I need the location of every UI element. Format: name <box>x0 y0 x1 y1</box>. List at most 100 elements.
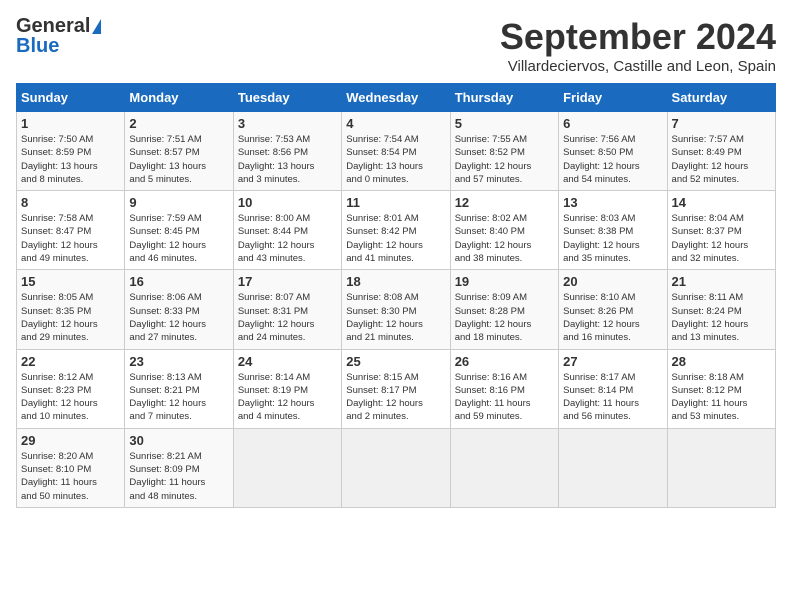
calendar-cell: 22 Sunrise: 8:12 AM Sunset: 8:23 PM Dayli… <box>17 349 125 428</box>
day-number: 25 <box>346 354 445 369</box>
calendar-cell: 27 Sunrise: 8:17 AM Sunset: 8:14 PM Dayli… <box>559 349 667 428</box>
day-number: 12 <box>455 195 554 210</box>
day-number: 13 <box>563 195 662 210</box>
calendar-cell <box>450 428 558 507</box>
day-info: Sunrise: 8:15 AM Sunset: 8:17 PM Dayligh… <box>346 371 445 424</box>
day-info: Sunrise: 7:53 AM Sunset: 8:56 PM Dayligh… <box>238 133 337 186</box>
calendar-cell: 3 Sunrise: 7:53 AM Sunset: 8:56 PM Daylig… <box>233 112 341 191</box>
calendar-cell: 5Sunrise: 7:55 AM Sunset: 8:52 PM Daylig… <box>450 112 558 191</box>
day-info: Sunrise: 7:59 AM Sunset: 8:45 PM Dayligh… <box>129 212 228 265</box>
calendar-cell: 30 Sunrise: 8:21 AM Sunset: 8:09 PM Dayli… <box>125 428 233 507</box>
logo: General Blue <box>16 16 101 56</box>
page-header: General Blue September 2024 Villardecier… <box>16 16 776 75</box>
day-number: 28 <box>672 354 771 369</box>
day-info: Sunrise: 8:03 AM Sunset: 8:38 PM Dayligh… <box>563 212 662 265</box>
calendar-cell: 21 Sunrise: 8:11 AM Sunset: 8:24 PM Dayli… <box>667 270 775 349</box>
calendar-header-wednesday: Wednesday <box>342 84 450 112</box>
day-info: Sunrise: 8:04 AM Sunset: 8:37 PM Dayligh… <box>672 212 771 265</box>
calendar-cell <box>667 428 775 507</box>
logo-general: General <box>16 16 90 36</box>
day-number: 11 <box>346 195 445 210</box>
calendar-cell: 18 Sunrise: 8:08 AM Sunset: 8:30 PM Dayli… <box>342 270 450 349</box>
calendar-cell: 12 Sunrise: 8:02 AM Sunset: 8:40 PM Dayli… <box>450 191 558 270</box>
calendar-cell: 15Sunrise: 8:05 AM Sunset: 8:35 PM Dayli… <box>17 270 125 349</box>
calendar-cell: 14 Sunrise: 8:04 AM Sunset: 8:37 PM Dayli… <box>667 191 775 270</box>
day-number: 3 <box>238 116 337 131</box>
day-number: 22 <box>21 354 120 369</box>
calendar-cell <box>559 428 667 507</box>
day-number: 23 <box>129 354 228 369</box>
calendar-cell: 4Sunrise: 7:54 AM Sunset: 8:54 PM Daylig… <box>342 112 450 191</box>
calendar-cell: 29Sunrise: 8:20 AM Sunset: 8:10 PM Dayli… <box>17 428 125 507</box>
day-info: Sunrise: 8:01 AM Sunset: 8:42 PM Dayligh… <box>346 212 445 265</box>
calendar-week-row: 29Sunrise: 8:20 AM Sunset: 8:10 PM Dayli… <box>17 428 776 507</box>
day-info: Sunrise: 8:07 AM Sunset: 8:31 PM Dayligh… <box>238 291 337 344</box>
calendar-cell: 13 Sunrise: 8:03 AM Sunset: 8:38 PM Dayli… <box>559 191 667 270</box>
day-info: Sunrise: 7:55 AM Sunset: 8:52 PM Dayligh… <box>455 133 554 186</box>
day-number: 2 <box>129 116 228 131</box>
calendar-week-row: 22 Sunrise: 8:12 AM Sunset: 8:23 PM Dayli… <box>17 349 776 428</box>
day-number: 8 <box>21 195 120 210</box>
day-number: 9 <box>129 195 228 210</box>
day-number: 19 <box>455 274 554 289</box>
calendar-cell: 26 Sunrise: 8:16 AM Sunset: 8:16 PM Dayli… <box>450 349 558 428</box>
calendar-cell: 2 Sunrise: 7:51 AM Sunset: 8:57 PM Daylig… <box>125 112 233 191</box>
day-info: Sunrise: 8:02 AM Sunset: 8:40 PM Dayligh… <box>455 212 554 265</box>
calendar-cell: 7 Sunrise: 7:57 AM Sunset: 8:49 PM Daylig… <box>667 112 775 191</box>
day-info: Sunrise: 8:08 AM Sunset: 8:30 PM Dayligh… <box>346 291 445 344</box>
calendar-header-monday: Monday <box>125 84 233 112</box>
title-block: September 2024 Villardeciervos, Castille… <box>500 16 776 75</box>
calendar-cell: 6Sunrise: 7:56 AM Sunset: 8:50 PM Daylig… <box>559 112 667 191</box>
day-info: Sunrise: 7:51 AM Sunset: 8:57 PM Dayligh… <box>129 133 228 186</box>
day-info: Sunrise: 8:17 AM Sunset: 8:14 PM Dayligh… <box>563 371 662 424</box>
day-number: 14 <box>672 195 771 210</box>
day-number: 29 <box>21 433 120 448</box>
day-number: 27 <box>563 354 662 369</box>
day-number: 21 <box>672 274 771 289</box>
calendar-cell: 1Sunrise: 7:50 AM Sunset: 8:59 PM Daylig… <box>17 112 125 191</box>
day-info: Sunrise: 8:00 AM Sunset: 8:44 PM Dayligh… <box>238 212 337 265</box>
day-number: 18 <box>346 274 445 289</box>
logo-triangle-icon <box>92 19 101 34</box>
day-number: 10 <box>238 195 337 210</box>
day-info: Sunrise: 8:11 AM Sunset: 8:24 PM Dayligh… <box>672 291 771 344</box>
day-number: 26 <box>455 354 554 369</box>
day-number: 7 <box>672 116 771 131</box>
day-number: 20 <box>563 274 662 289</box>
day-info: Sunrise: 8:16 AM Sunset: 8:16 PM Dayligh… <box>455 371 554 424</box>
calendar-cell: 17 Sunrise: 8:07 AM Sunset: 8:31 PM Dayli… <box>233 270 341 349</box>
day-info: Sunrise: 8:12 AM Sunset: 8:23 PM Dayligh… <box>21 371 120 424</box>
calendar-table: SundayMondayTuesdayWednesdayThursdayFrid… <box>16 83 776 508</box>
calendar-cell: 16Sunrise: 8:06 AM Sunset: 8:33 PM Dayli… <box>125 270 233 349</box>
day-number: 4 <box>346 116 445 131</box>
day-number: 17 <box>238 274 337 289</box>
calendar-header-thursday: Thursday <box>450 84 558 112</box>
day-number: 6 <box>563 116 662 131</box>
day-info: Sunrise: 8:09 AM Sunset: 8:28 PM Dayligh… <box>455 291 554 344</box>
day-number: 30 <box>129 433 228 448</box>
calendar-header-sunday: Sunday <box>17 84 125 112</box>
calendar-week-row: 15Sunrise: 8:05 AM Sunset: 8:35 PM Dayli… <box>17 270 776 349</box>
day-info: Sunrise: 7:57 AM Sunset: 8:49 PM Dayligh… <box>672 133 771 186</box>
calendar-header-saturday: Saturday <box>667 84 775 112</box>
day-info: Sunrise: 8:06 AM Sunset: 8:33 PM Dayligh… <box>129 291 228 344</box>
day-info: Sunrise: 8:14 AM Sunset: 8:19 PM Dayligh… <box>238 371 337 424</box>
calendar-cell: 20 Sunrise: 8:10 AM Sunset: 8:26 PM Dayli… <box>559 270 667 349</box>
calendar-cell: 9 Sunrise: 7:59 AM Sunset: 8:45 PM Daylig… <box>125 191 233 270</box>
calendar-week-row: 8 Sunrise: 7:58 AM Sunset: 8:47 PM Daylig… <box>17 191 776 270</box>
calendar-cell: 24Sunrise: 8:14 AM Sunset: 8:19 PM Dayli… <box>233 349 341 428</box>
calendar-cell: 19 Sunrise: 8:09 AM Sunset: 8:28 PM Dayli… <box>450 270 558 349</box>
day-info: Sunrise: 8:10 AM Sunset: 8:26 PM Dayligh… <box>563 291 662 344</box>
calendar-cell: 11 Sunrise: 8:01 AM Sunset: 8:42 PM Dayli… <box>342 191 450 270</box>
day-info: Sunrise: 8:21 AM Sunset: 8:09 PM Dayligh… <box>129 450 228 503</box>
calendar-cell: 10 Sunrise: 8:00 AM Sunset: 8:44 PM Dayli… <box>233 191 341 270</box>
subtitle: Villardeciervos, Castille and Leon, Spai… <box>500 58 776 75</box>
day-number: 1 <box>21 116 120 131</box>
day-number: 15 <box>21 274 120 289</box>
calendar-cell: 28 Sunrise: 8:18 AM Sunset: 8:12 PM Dayli… <box>667 349 775 428</box>
day-info: Sunrise: 8:18 AM Sunset: 8:12 PM Dayligh… <box>672 371 771 424</box>
calendar-header-row: SundayMondayTuesdayWednesdayThursdayFrid… <box>17 84 776 112</box>
calendar-header-friday: Friday <box>559 84 667 112</box>
calendar-cell: 8 Sunrise: 7:58 AM Sunset: 8:47 PM Daylig… <box>17 191 125 270</box>
day-info: Sunrise: 7:58 AM Sunset: 8:47 PM Dayligh… <box>21 212 120 265</box>
